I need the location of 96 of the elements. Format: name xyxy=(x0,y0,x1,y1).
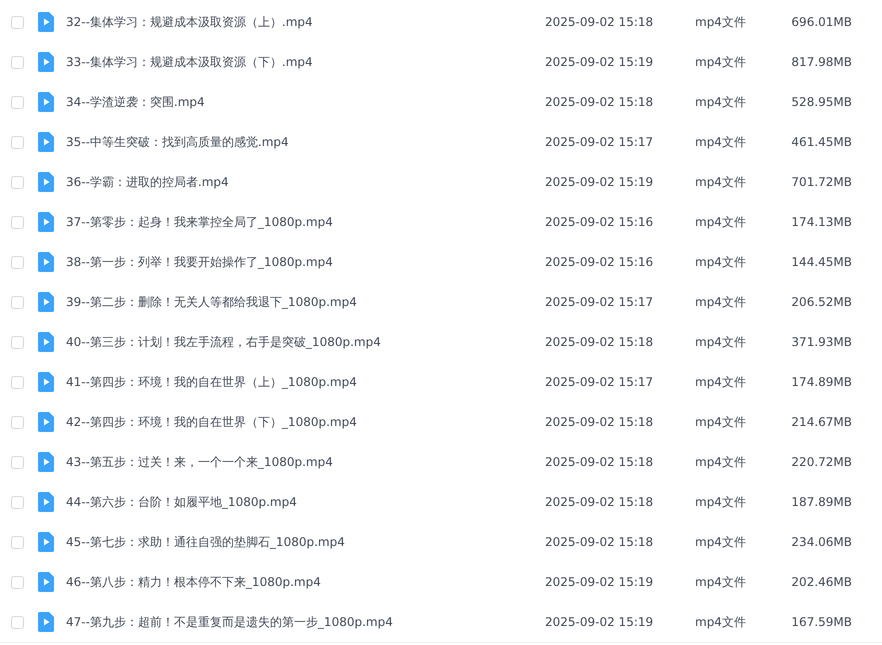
file-type: mp4文件 xyxy=(695,254,746,270)
file-type: mp4文件 xyxy=(695,54,746,70)
modified-date: 2025-09-02 15:18 xyxy=(545,495,654,509)
file-type: mp4文件 xyxy=(695,14,746,30)
video-file-icon xyxy=(38,252,54,272)
modified-date: 2025-09-02 15:16 xyxy=(545,215,654,229)
file-type: mp4文件 xyxy=(695,574,746,590)
checkbox[interactable] xyxy=(11,56,24,68)
file-type: mp4文件 xyxy=(695,334,746,350)
file-size: 371.93MB xyxy=(791,335,852,349)
file-type: mp4文件 xyxy=(695,534,746,550)
modified-date: 2025-09-02 15:19 xyxy=(545,175,654,189)
video-file-icon xyxy=(38,612,54,632)
modified-date: 2025-09-02 15:18 xyxy=(545,415,654,429)
file-size: 174.13MB xyxy=(791,215,852,229)
checkbox[interactable] xyxy=(11,296,24,308)
file-size: 234.06MB xyxy=(791,535,852,549)
checkbox[interactable] xyxy=(11,176,24,188)
file-name[interactable]: 39--第二步：删除！无关人等都给我退下_1080p.mp4 xyxy=(66,294,357,310)
modified-date: 2025-09-02 15:18 xyxy=(545,535,654,549)
file-name[interactable]: 41--第四步：环境！我的自在世界（上）_1080p.mp4 xyxy=(66,374,357,390)
video-file-icon xyxy=(38,572,54,592)
modified-date: 2025-09-02 15:18 xyxy=(545,15,654,29)
file-name[interactable]: 33--集体学习：规避成本汲取资源（下）.mp4 xyxy=(66,54,313,70)
modified-date: 2025-09-02 15:17 xyxy=(545,375,654,389)
checkbox[interactable] xyxy=(11,456,24,468)
file-name[interactable]: 38--第一步：列举！我要开始操作了_1080p.mp4 xyxy=(66,254,333,270)
file-size: 696.01MB xyxy=(791,15,852,29)
modified-date: 2025-09-02 15:17 xyxy=(545,295,654,309)
modified-date: 2025-09-02 15:17 xyxy=(545,135,654,149)
file-type: mp4文件 xyxy=(695,174,746,190)
checkbox[interactable] xyxy=(11,496,24,508)
file-size: 174.89MB xyxy=(791,375,852,389)
checkbox[interactable] xyxy=(11,256,24,268)
file-name[interactable]: 44--第六步：台阶！如履平地_1080p.mp4 xyxy=(66,494,297,510)
file-name[interactable]: 46--第八步：精力！根本停不下来_1080p.mp4 xyxy=(66,574,321,590)
file-name[interactable]: 40--第三步：计划！我左手流程，右手是突破_1080p.mp4 xyxy=(66,334,381,350)
file-name[interactable]: 45--第七步：求助！通往自强的垫脚石_1080p.mp4 xyxy=(66,534,345,550)
file-size: 202.46MB xyxy=(791,575,852,589)
modified-date: 2025-09-02 15:18 xyxy=(545,335,654,349)
modified-date: 2025-09-02 15:19 xyxy=(545,55,654,69)
video-file-icon xyxy=(38,172,54,192)
file-name[interactable]: 47--第九步：超前！不是重复而是遗失的第一步_1080p.mp4 xyxy=(66,614,393,630)
checkbox[interactable] xyxy=(11,376,24,388)
file-size: 206.52MB xyxy=(791,295,852,309)
modified-date: 2025-09-02 15:19 xyxy=(545,575,654,589)
modified-date: 2025-09-02 15:18 xyxy=(545,95,654,109)
video-file-icon xyxy=(38,12,54,32)
video-file-icon xyxy=(38,132,54,152)
checkbox[interactable] xyxy=(11,136,24,148)
video-file-icon xyxy=(38,212,54,232)
file-type: mp4文件 xyxy=(695,614,746,630)
file-type: mp4文件 xyxy=(695,454,746,470)
video-file-icon xyxy=(38,492,54,512)
checkbox[interactable] xyxy=(11,96,24,108)
file-type: mp4文件 xyxy=(695,94,746,110)
file-size: 461.45MB xyxy=(791,135,852,149)
video-file-icon xyxy=(38,372,54,392)
file-size: 817.98MB xyxy=(791,55,852,69)
video-file-icon xyxy=(38,532,54,552)
file-name[interactable]: 42--第四步：环境！我的自在世界（下）_1080p.mp4 xyxy=(66,414,357,430)
file-type: mp4文件 xyxy=(695,414,746,430)
video-file-icon xyxy=(38,52,54,72)
file-name[interactable]: 34--学渣逆袭：突围.mp4 xyxy=(66,94,205,110)
file-name[interactable]: 43--第五步：过关！来，一个一个来_1080p.mp4 xyxy=(66,454,333,470)
modified-date: 2025-09-02 15:18 xyxy=(545,455,654,469)
file-size: 701.72MB xyxy=(791,175,852,189)
file-type: mp4文件 xyxy=(695,374,746,390)
file-size: 187.89MB xyxy=(791,495,852,509)
file-size: 214.67MB xyxy=(791,415,852,429)
video-file-icon xyxy=(38,292,54,312)
file-type: mp4文件 xyxy=(695,134,746,150)
checkbox[interactable] xyxy=(11,336,24,348)
file-name[interactable]: 35--中等生突破：找到高质量的感觉.mp4 xyxy=(66,134,289,150)
checkbox[interactable] xyxy=(11,616,24,628)
file-size: 144.45MB xyxy=(791,255,852,269)
file-type: mp4文件 xyxy=(695,294,746,310)
video-file-icon xyxy=(38,332,54,352)
video-file-icon xyxy=(38,452,54,472)
file-name[interactable]: 36--学霸：进取的控局者.mp4 xyxy=(66,174,229,190)
file-name[interactable]: 32--集体学习：规避成本汲取资源（上）.mp4 xyxy=(66,14,313,30)
video-file-icon xyxy=(38,92,54,112)
modified-date: 2025-09-02 15:19 xyxy=(545,615,654,629)
file-size: 528.95MB xyxy=(791,95,852,109)
file-type: mp4文件 xyxy=(695,494,746,510)
checkbox[interactable] xyxy=(11,216,24,228)
file-size: 220.72MB xyxy=(791,455,852,469)
modified-date: 2025-09-02 15:16 xyxy=(545,255,654,269)
file-name[interactable]: 37--第零步：起身！我来掌控全局了_1080p.mp4 xyxy=(66,214,333,230)
checkbox[interactable] xyxy=(11,16,24,28)
video-file-icon xyxy=(38,412,54,432)
checkbox[interactable] xyxy=(11,416,24,428)
file-size: 167.59MB xyxy=(791,615,852,629)
checkbox[interactable] xyxy=(11,536,24,548)
checkbox[interactable] xyxy=(11,576,24,588)
file-type: mp4文件 xyxy=(695,214,746,230)
